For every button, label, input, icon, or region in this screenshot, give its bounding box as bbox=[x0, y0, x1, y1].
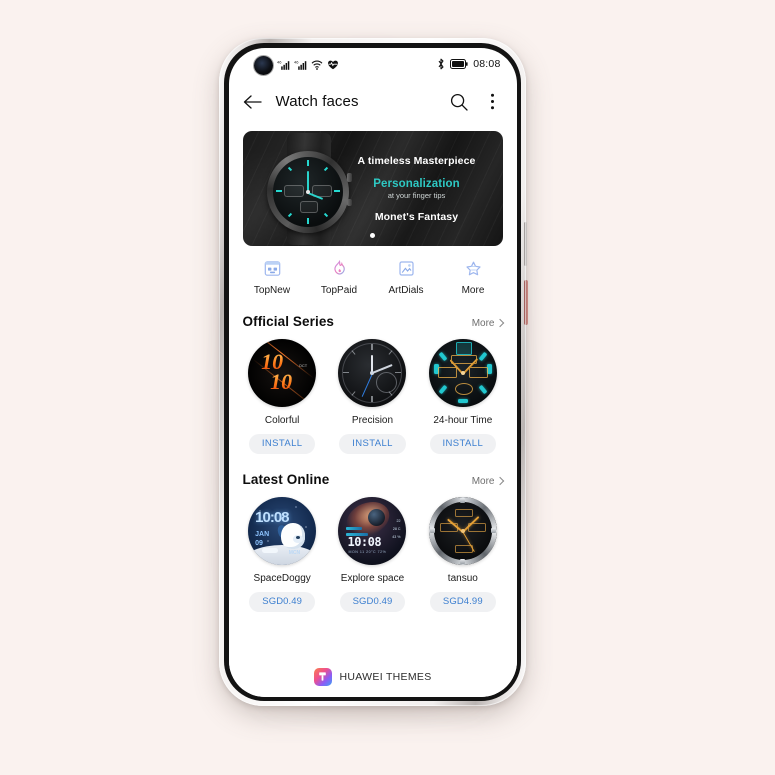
front-camera-punch-hole bbox=[253, 55, 273, 75]
search-icon[interactable] bbox=[449, 92, 469, 112]
watch-face-thumbnail-explorespace: 22 28 C 43 % 10:08 MON 11 20°C 72% bbox=[338, 496, 407, 565]
signal-icon-sim1: 46 bbox=[277, 59, 289, 70]
install-button[interactable]: INSTALL bbox=[429, 433, 497, 454]
section-header-official-series: Official Series More bbox=[242, 313, 504, 329]
chevron-right-icon bbox=[495, 476, 504, 486]
signal-icon-sim2: 46 bbox=[294, 59, 306, 70]
quick-link-label: More bbox=[461, 284, 485, 296]
banner-headline: A timeless Masterpiece bbox=[357, 154, 476, 167]
wifi-icon bbox=[311, 60, 322, 70]
section-title: Official Series bbox=[242, 313, 335, 329]
banner-text-block: A timeless Masterpiece Personalization a… bbox=[343, 155, 491, 223]
watch-face-name: tansuo bbox=[447, 572, 478, 584]
volume-button[interactable] bbox=[524, 222, 527, 266]
more-vertical-icon[interactable] bbox=[483, 92, 503, 112]
price-button[interactable]: SGD4.99 bbox=[429, 591, 496, 612]
watch-face-time: 10:08 bbox=[255, 508, 289, 526]
banner-subline: at your finger tips bbox=[387, 190, 446, 200]
official-series-cards: 10 10 OCT Colorful INSTALL Precision INS… bbox=[243, 338, 503, 454]
quick-link-artdials[interactable]: ArtDials bbox=[373, 259, 440, 296]
watch-face-thumbnail-spacedoggy: 10:08 JAN 09 MCN bbox=[248, 496, 317, 565]
latest-online-cards: 10:08 JAN 09 MCN SpaceDoggy SGD0.49 22 2… bbox=[243, 496, 503, 612]
section-more-label: More bbox=[471, 475, 495, 487]
app-bar-actions bbox=[449, 92, 503, 112]
price-button[interactable]: SGD0.49 bbox=[249, 591, 316, 612]
section-more-label: More bbox=[471, 317, 495, 329]
svg-text:46: 46 bbox=[277, 59, 282, 64]
watch-face-micro-text: OCT bbox=[298, 362, 308, 368]
quick-link-toppaid[interactable]: TopPaid bbox=[306, 259, 373, 296]
page-title: Watch faces bbox=[275, 93, 359, 110]
status-bar-clock: 08:08 bbox=[473, 58, 501, 70]
battery-icon bbox=[450, 59, 468, 69]
quick-links-row: TopNew TopPaid ArtDials More bbox=[239, 259, 507, 296]
quick-link-label: ArtDials bbox=[388, 284, 424, 296]
section-header-latest-online: Latest Online More bbox=[242, 471, 504, 487]
watch-face-card[interactable]: 24-hour Time INSTALL bbox=[423, 338, 502, 454]
section-title: Latest Online bbox=[242, 471, 330, 487]
heart-rate-icon bbox=[327, 60, 338, 69]
power-button[interactable] bbox=[524, 280, 528, 325]
watch-face-card[interactable]: tansuo SGD4.99 bbox=[423, 496, 502, 612]
banner-product-name: Monet's Fantasy bbox=[374, 210, 459, 223]
watch-face-thumbnail-precision bbox=[338, 338, 407, 407]
install-button[interactable]: INSTALL bbox=[339, 433, 406, 454]
chevron-right-icon bbox=[495, 318, 504, 328]
watch-face-name: Explore space bbox=[340, 572, 405, 584]
watch-face-date: JAN 09 bbox=[255, 530, 270, 547]
svg-text:46: 46 bbox=[294, 59, 299, 64]
watch-face-name: Colorful bbox=[264, 414, 300, 426]
price-button[interactable]: SGD0.49 bbox=[339, 591, 406, 612]
watch-face-card[interactable]: 10:08 JAN 09 MCN SpaceDoggy SGD0.49 bbox=[243, 496, 322, 612]
watch-face-name: 24-hour Time bbox=[433, 414, 493, 426]
scroll-content[interactable]: A timeless Masterpiece Personalization a… bbox=[228, 123, 517, 697]
promo-banner[interactable]: A timeless Masterpiece Personalization a… bbox=[242, 130, 503, 246]
back-arrow-icon[interactable] bbox=[243, 92, 263, 112]
watch-face-subtext: MON 11 20°C 72% bbox=[348, 549, 387, 554]
section-more-link[interactable]: More bbox=[471, 317, 504, 329]
quick-link-label: TopNew bbox=[253, 284, 291, 296]
status-bar: 46 46 08:08 bbox=[229, 48, 517, 81]
banner-page-indicator[interactable] bbox=[370, 232, 375, 238]
watch-face-thumbnail-tansuo bbox=[428, 496, 497, 565]
huawei-themes-icon bbox=[313, 667, 332, 686]
watch-face-thumbnail-24hour bbox=[428, 338, 497, 407]
footer-label: HUAWEI THEMES bbox=[339, 670, 432, 683]
watch-face-brand: MCN bbox=[288, 549, 301, 556]
banner-accent-line: Personalization bbox=[373, 177, 460, 190]
bluetooth-icon bbox=[438, 58, 444, 70]
quick-link-topnew[interactable]: TopNew bbox=[239, 259, 306, 296]
phone-screen: 46 46 08:08 Watch faces A timeless Maste… bbox=[228, 47, 517, 697]
watch-face-name: SpaceDoggy bbox=[253, 572, 311, 584]
watch-face-card[interactable]: Precision INSTALL bbox=[333, 338, 412, 454]
install-button[interactable]: INSTALL bbox=[248, 433, 316, 454]
watch-face-thumbnail-colorful: 10 10 OCT bbox=[248, 338, 317, 407]
watch-face-time: 10:08 bbox=[347, 534, 382, 549]
status-bar-left-icons: 46 46 bbox=[277, 59, 339, 70]
flame-icon bbox=[330, 259, 349, 278]
watch-face-digit: 10 bbox=[270, 368, 293, 394]
art-picture-icon bbox=[397, 259, 416, 278]
watch-face-name: Precision bbox=[351, 414, 394, 426]
new-release-icon bbox=[263, 259, 282, 278]
star-outline-icon bbox=[464, 259, 483, 278]
section-more-link[interactable]: More bbox=[471, 475, 504, 487]
footer-brand: HUAWEI THEMES bbox=[228, 656, 517, 697]
status-bar-right-icons: 08:08 bbox=[437, 58, 500, 70]
watch-face-card[interactable]: 22 28 C 43 % 10:08 MON 11 20°C 72% Explo… bbox=[333, 496, 412, 612]
app-bar: Watch faces bbox=[229, 81, 517, 123]
quick-link-label: TopPaid bbox=[320, 284, 358, 296]
quick-link-more[interactable]: More bbox=[440, 259, 507, 296]
watch-face-card[interactable]: 10 10 OCT Colorful INSTALL bbox=[243, 338, 322, 454]
